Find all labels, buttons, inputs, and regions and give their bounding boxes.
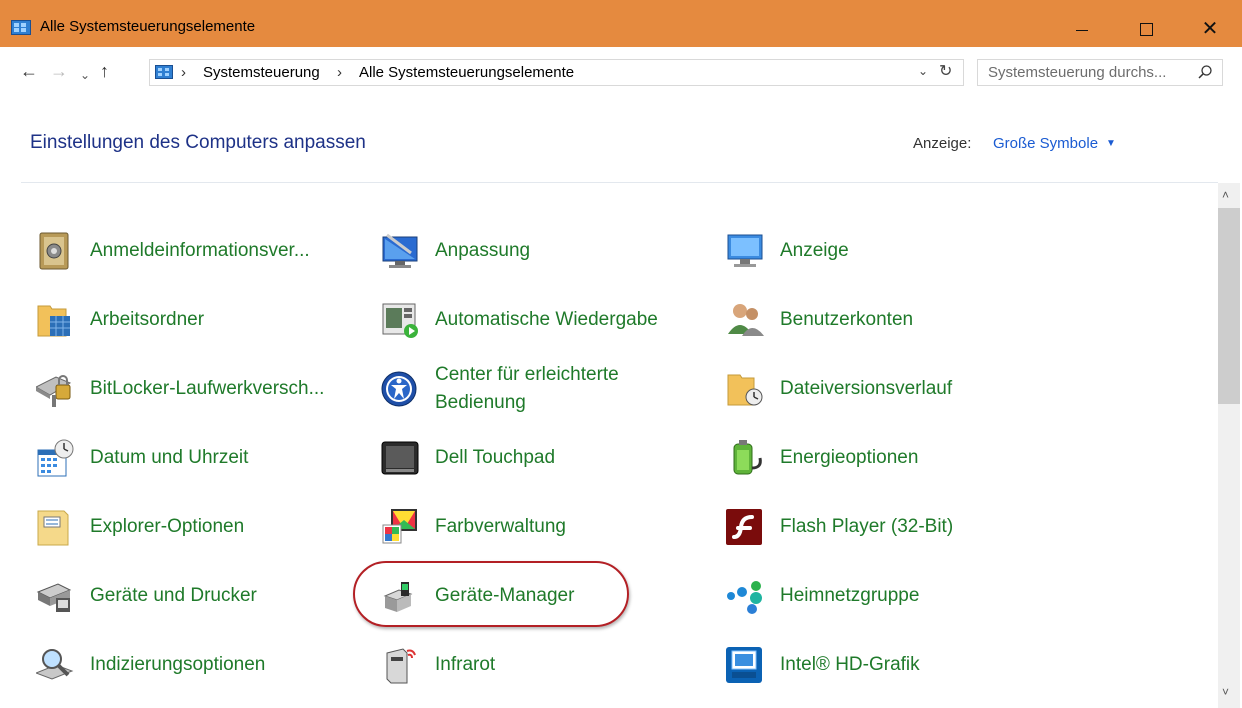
item-label[interactable]: Geräte und Drucker [90,584,257,608]
personalization-icon [382,233,418,268]
autoplay-icon [382,303,418,338]
breadcrumb-alle-elemente[interactable]: Alle Systemsteuerungselemente [359,63,574,83]
control-panel-icon [11,20,31,35]
minimize-icon [1076,29,1088,31]
bitlocker-icon [36,375,72,407]
item-label[interactable]: Center für erleichterte Bedienung [435,361,675,417]
work-folders-icon [37,305,70,337]
item-label[interactable]: Arbeitsordner [90,308,204,332]
close-button[interactable]: ✕ [1182,10,1238,48]
item-explorer-optionen[interactable]: Explorer-Optionen [36,507,336,555]
refresh-icon[interactable]: ↻ [939,61,952,81]
search-box[interactable]: Systemsteuerung durchs... [977,59,1223,86]
intel-graphics-icon [726,647,762,683]
item-label[interactable]: Energieoptionen [780,446,918,470]
flash-player-icon [726,509,762,545]
item-anzeige[interactable]: Anzeige [726,231,1026,279]
infrared-icon [386,648,416,684]
color-management-icon [382,509,417,544]
item-label[interactable]: Explorer-Optionen [90,515,244,539]
file-history-icon [727,374,763,406]
recent-locations-chevron-icon[interactable]: ⌄ [80,64,90,86]
item-label[interactable]: Indizierungsoptionen [90,653,265,677]
item-label[interactable]: Infrarot [435,653,495,677]
search-icon[interactable] [1197,64,1213,80]
item-label[interactable]: Anzeige [780,239,849,263]
item-label[interactable]: Flash Player (32-Bit) [780,515,953,539]
navigation-bar: ← → ⌄ ↑ › Systemsteuerung › Alle Systems… [0,47,1242,97]
view-label: Anzeige: [913,135,972,152]
breadcrumb-separator-icon[interactable]: › [337,63,342,83]
control-panel-window: Alle Systemsteuerungselemente ✕ ← → ⌄ ↑ … [0,0,1242,708]
item-label[interactable]: Intel® HD-Grafik [780,653,920,677]
dropdown-caret-icon[interactable]: ▼ [1106,134,1116,154]
item-label[interactable]: Dateiversionsverlauf [780,377,952,401]
credential-manager-icon [39,232,69,270]
item-bitlocker[interactable]: BitLocker-Laufwerkversch... [36,369,356,417]
display-icon [727,234,763,267]
minimize-button[interactable] [1054,10,1110,48]
title-bar: Alle Systemsteuerungselemente ✕ [0,0,1242,47]
item-geraete-drucker[interactable]: Geräte und Drucker [36,576,336,624]
user-accounts-icon [728,304,764,336]
item-energieoptionen[interactable]: Energieoptionen [726,438,1026,486]
maximize-button[interactable] [1118,10,1174,48]
item-automatische-wiedergabe[interactable]: Automatische Wiedergabe [381,300,701,348]
view-mode-value[interactable]: Große Symbole [993,135,1098,152]
item-label[interactable]: Anpassung [435,239,530,263]
scrollbar-thumb[interactable] [1218,208,1240,404]
indexing-icon [36,649,74,680]
breadcrumb-separator-icon[interactable]: › [181,63,186,83]
item-heimnetzgruppe[interactable]: Heimnetzgruppe [726,576,1026,624]
item-dell-touchpad[interactable]: Dell Touchpad [381,438,681,486]
window-title: Alle Systemsteuerungselemente [40,18,256,35]
item-erleichterte-bedienung[interactable]: Center für erleichterte Bedienung [381,364,681,417]
highlight-annotation [353,561,629,627]
item-label[interactable]: Datum und Uhrzeit [90,446,248,470]
devices-printers-icon [36,583,72,612]
address-dropdown-icon[interactable]: ⌄ [918,64,928,78]
item-anmeldeinformationen[interactable]: Anmeldeinformationsver... [36,231,336,279]
date-time-icon [37,439,74,477]
item-label[interactable]: Heimnetzgruppe [780,584,919,608]
item-label[interactable]: Anmeldeinformationsver... [90,239,310,263]
item-dateiversionsverlauf[interactable]: Dateiversionsverlauf [726,369,1026,417]
power-options-icon [733,440,762,475]
item-indizierungsoptionen[interactable]: Indizierungsoptionen [36,645,336,693]
item-arbeitsordner[interactable]: Arbeitsordner [36,300,336,348]
maximize-icon [1139,22,1153,36]
ease-of-access-icon [381,371,417,407]
page-title: Einstellungen des Computers anpassen [30,132,366,153]
item-flash-player[interactable]: Flash Player (32-Bit) [726,507,1026,555]
header-divider [21,182,1218,183]
item-label[interactable]: Benutzerkonten [780,308,913,332]
view-mode-dropdown[interactable]: Große Symbole ▼ [993,134,1116,154]
scroll-down-icon[interactable]: ˅ [1222,685,1229,699]
control-panel-small-icon [155,65,173,79]
item-label[interactable]: Automatische Wiedergabe [435,308,658,332]
address-bar[interactable]: › Systemsteuerung › Alle Systemsteuerung… [149,59,964,86]
item-label[interactable]: BitLocker-Laufwerkversch... [90,377,324,401]
item-farbverwaltung[interactable]: Farbverwaltung [381,507,681,555]
item-infrarot[interactable]: Infrarot [381,645,681,693]
forward-arrow-icon[interactable]: → [50,60,68,82]
search-placeholder[interactable]: Systemsteuerung durchs... [988,63,1166,83]
back-arrow-icon[interactable]: ← [20,60,38,82]
explorer-options-icon [37,510,69,546]
item-label[interactable]: Farbverwaltung [435,515,566,539]
scroll-up-icon[interactable]: ˄ [1222,188,1229,202]
item-intel-hd-grafik[interactable]: Intel® HD-Grafik [726,645,1026,693]
touchpad-icon [381,441,419,475]
item-anpassung[interactable]: Anpassung [381,231,681,279]
item-datum-uhrzeit[interactable]: Datum und Uhrzeit [36,438,336,486]
homegroup-icon [727,581,762,614]
up-arrow-icon[interactable]: ↑ [100,60,109,82]
item-benutzerkonten[interactable]: Benutzerkonten [726,300,1026,348]
breadcrumb-systemsteuerung[interactable]: Systemsteuerung [203,63,320,83]
item-label[interactable]: Dell Touchpad [435,446,555,470]
close-icon: ✕ [1201,18,1219,40]
